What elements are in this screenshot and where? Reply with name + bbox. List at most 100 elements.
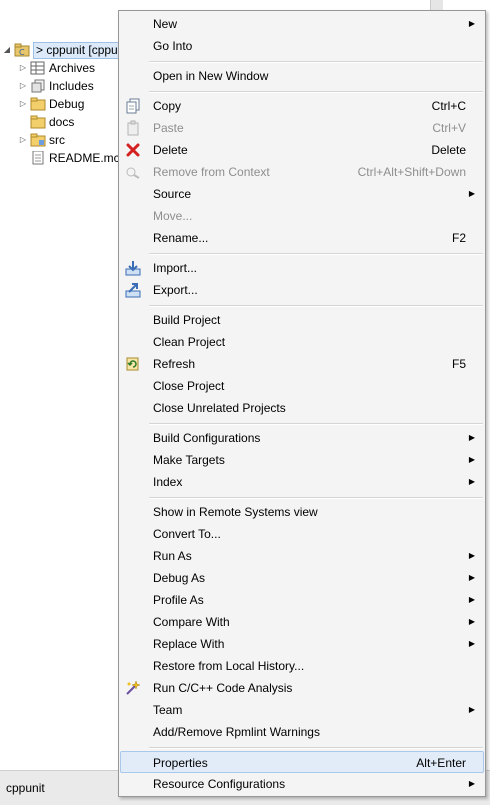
menu-item-rename[interactable]: Rename... F2 [120,227,484,249]
submenu-arrow-icon: ▶ [468,19,475,28]
expand-icon[interactable]: ▷ [18,131,28,149]
submenu-arrow-icon: ▶ [468,779,475,788]
menu-separator [149,305,483,307]
menu-separator [149,253,483,255]
menu-item-close-unrelated-projects[interactable]: Close Unrelated Projects [120,397,484,419]
import-icon [125,260,141,276]
menu-item-run-code-analysis[interactable]: Run C/C++ Code Analysis [120,677,484,699]
menu-item-label: Close Unrelated Projects [153,401,286,415]
tree-root-project[interactable]: ◢ C > cppunit [cppu [2,41,121,59]
menu-item-properties[interactable]: Properties Alt+Enter [120,751,484,773]
tree-root-label: > cppunit [cppu [33,41,121,59]
submenu-arrow-icon: ▶ [468,433,475,442]
menu-item-restore-local-history[interactable]: Restore from Local History... [120,655,484,677]
file-icon [30,150,46,165]
delete-icon [125,142,141,158]
tree-item-debug[interactable]: ▷ Debug [18,95,84,113]
source-folder-icon [30,133,46,147]
menu-item-move[interactable]: Move... [120,205,484,227]
menu-item-label: Run As [153,549,192,563]
submenu-arrow-icon: ▶ [468,639,475,648]
menu-item-delete[interactable]: Delete Delete [120,139,484,161]
menu-item-label: Delete [153,143,188,157]
menu-item-make-targets[interactable]: Make Targets ▶ [120,449,484,471]
tree-item-docs[interactable]: docs [18,113,74,131]
expand-icon[interactable]: ▷ [18,59,28,77]
submenu-arrow-icon: ▶ [468,573,475,582]
menu-item-build-project[interactable]: Build Project [120,309,484,331]
menu-separator [149,61,483,63]
menu-item-label: Refresh [153,357,196,371]
menu-item-resource-configurations[interactable]: Resource Configurations ▶ [120,773,484,795]
expand-icon[interactable]: ▷ [18,77,28,95]
menu-item-label: Restore from Local History... [153,659,305,673]
menu-item-label: Show in Remote Systems view [153,505,318,519]
submenu-arrow-icon: ▶ [468,189,475,198]
menu-item-show-remote-systems[interactable]: Show in Remote Systems view [120,501,484,523]
menu-item-refresh[interactable]: Refresh F5 [120,353,484,375]
tree-item-label: Archives [49,61,96,75]
menu-item-clean-project[interactable]: Clean Project [120,331,484,353]
menu-item-go-into[interactable]: Go Into [120,35,484,57]
menu-item-open-new-window[interactable]: Open in New Window [120,65,484,87]
tree-item-label: docs [49,115,75,129]
menu-item-debug-as[interactable]: Debug As ▶ [120,567,484,589]
menu-item-label: Build Configurations [153,431,261,445]
menu-item-team[interactable]: Team ▶ [120,699,484,721]
menu-item-label: Clean Project [153,335,226,349]
menu-item-label: Remove from Context [153,165,270,179]
menu-item-shortcut: Ctrl+V [432,121,466,135]
menu-item-shortcut: F2 [451,231,466,245]
status-text: cppunit [6,781,45,795]
submenu-arrow-icon: ▶ [468,705,475,714]
menu-item-label: Index [153,475,183,489]
menu-item-compare-with[interactable]: Compare With ▶ [120,611,484,633]
tree-item-readme[interactable]: README.mc [18,149,120,167]
tree-item-src[interactable]: ▷ src [18,131,65,149]
menu-item-label: Make Targets [153,453,225,467]
code-analysis-icon [125,680,141,696]
svg-text:C: C [19,48,25,57]
tree-item-label: README.mc [49,151,120,165]
expand-icon[interactable]: ▷ [18,95,28,113]
menu-item-label: Profile As [153,593,204,607]
menu-item-label: Open in New Window [153,69,269,83]
menu-item-label: Rename... [153,231,209,245]
menu-item-close-project[interactable]: Close Project [120,375,484,397]
includes-icon [30,79,46,93]
menu-item-copy[interactable]: Copy Ctrl+C [120,95,484,117]
tree-item-label: src [49,133,65,147]
menu-item-label: Move... [153,209,193,223]
menu-item-build-configurations[interactable]: Build Configurations ▶ [120,427,484,449]
remove-context-icon [125,164,141,180]
refresh-icon [125,356,141,372]
menu-item-shortcut: Alt+Enter [416,756,466,770]
export-icon [125,282,141,298]
menu-item-remove-from-context[interactable]: Remove from Context Ctrl+Alt+Shift+Down [120,161,484,183]
menu-item-profile-as[interactable]: Profile As ▶ [120,589,484,611]
menu-item-source[interactable]: Source ▶ [120,183,484,205]
menu-item-label: Compare With [153,615,230,629]
menu-separator [149,91,483,93]
tree-item-includes[interactable]: ▷ Includes [18,77,94,95]
collapse-icon[interactable]: ◢ [2,41,12,59]
menu-item-label: Export... [153,283,198,297]
menu-separator [149,497,483,499]
menu-item-index[interactable]: Index ▶ [120,471,484,493]
menu-item-run-as[interactable]: Run As ▶ [120,545,484,567]
menu-item-new[interactable]: New ▶ [120,13,484,35]
menu-item-convert-to[interactable]: Convert To... [120,523,484,545]
menu-item-label: Team [153,703,183,717]
tree-item-archives[interactable]: ▷ Archives [18,59,95,77]
menu-item-replace-with[interactable]: Replace With ▶ [120,633,484,655]
menu-item-label: Copy [153,99,182,113]
menu-separator [149,423,483,425]
submenu-arrow-icon: ▶ [468,455,475,464]
menu-item-paste[interactable]: Paste Ctrl+V [120,117,484,139]
menu-item-rpmlint-warnings[interactable]: Add/Remove Rpmlint Warnings [120,721,484,743]
menu-item-label: Add/Remove Rpmlint Warnings [153,725,320,739]
menu-item-label: Go Into [153,39,193,53]
menu-item-import[interactable]: Import... [120,257,484,279]
project-explorer: ◢ C > cppunit [cppu ▷ Archives ▷ Include… [0,0,121,770]
menu-item-export[interactable]: Export... [120,279,484,301]
